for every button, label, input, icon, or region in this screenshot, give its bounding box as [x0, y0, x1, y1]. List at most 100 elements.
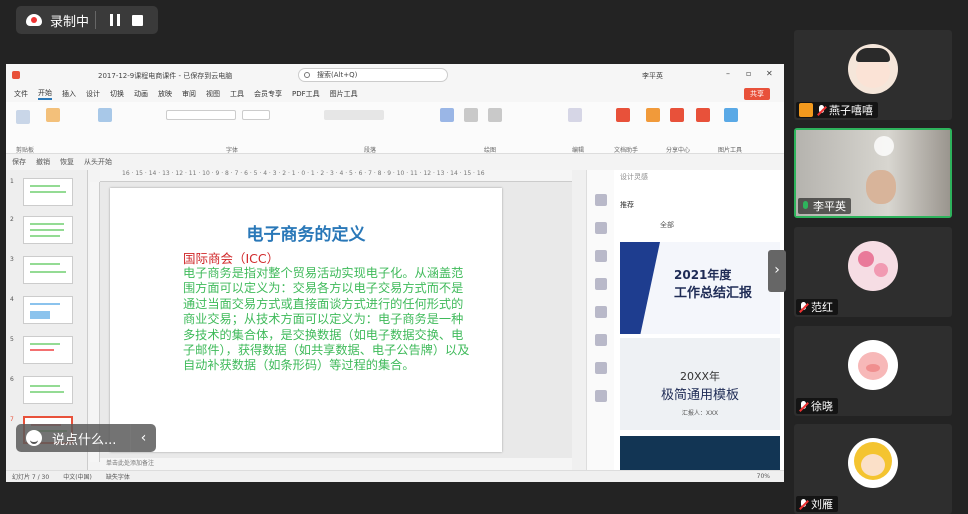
chat-input-bar[interactable]: 说点什么... ‹	[16, 424, 156, 452]
paragraph-tools[interactable]	[324, 110, 384, 120]
video-person	[866, 170, 896, 204]
thumb-number: 1	[10, 178, 14, 185]
minimize-icon[interactable]: –	[726, 69, 730, 78]
tab-recommend[interactable]: 推荐	[620, 200, 634, 210]
template-card[interactable]: 2021年度 工作总结汇报	[620, 242, 780, 334]
menu-tools[interactable]: 工具	[230, 89, 244, 99]
template-title: 极简通用模板	[660, 388, 739, 403]
chart-icon[interactable]	[595, 334, 607, 346]
slide-thumbnail[interactable]	[23, 216, 73, 244]
status-bar: 幻灯片 7 / 30 中文(中国) 缺失字体 70%	[6, 470, 784, 482]
template-card[interactable]: 20XX年 极简通用模板 汇报人：XXX	[620, 338, 780, 430]
slide-thumbnail[interactable]	[23, 376, 73, 404]
slide-thumbnail[interactable]	[23, 256, 73, 284]
participant-tile-active[interactable]: 李平英	[794, 128, 952, 218]
slide-title: 电子商务的定义	[246, 225, 366, 245]
quick-undo[interactable]: 撤销	[36, 157, 50, 167]
slide-thumbnail[interactable]	[23, 178, 73, 206]
participant-tile[interactable]: 刘雁	[794, 424, 952, 514]
thumb-number: 2	[10, 216, 14, 223]
thumb-number: 3	[10, 256, 14, 263]
slide-thumbnail[interactable]	[23, 296, 73, 324]
close-icon[interactable]: ✕	[766, 69, 773, 78]
thumb-number: 5	[10, 336, 14, 343]
menu-slideshow[interactable]: 放映	[158, 89, 172, 99]
menu-design[interactable]: 设计	[86, 89, 100, 99]
chat-placeholder[interactable]: 说点什么...	[52, 429, 116, 448]
arrange-icon[interactable]	[464, 108, 478, 122]
mic-muted-icon	[799, 498, 807, 510]
stop-recording-button[interactable]	[132, 14, 144, 26]
menu-picture[interactable]: 图片工具	[330, 89, 358, 99]
collapse-sidebar-button[interactable]: ›	[768, 250, 786, 292]
menu-view[interactable]: 视图	[206, 89, 220, 99]
search-icon	[304, 72, 310, 78]
group-picture-tools: 图片工具	[718, 147, 743, 154]
current-slide[interactable]: 电子商务的定义 国际商会（ICC） 电子商务是指对整个贸易活动实现电子化。从涵盖…	[110, 188, 502, 452]
emoji-icon[interactable]	[26, 430, 42, 446]
quick-play-from-start[interactable]: 从头开始	[84, 157, 112, 167]
vertical-scrollbar[interactable]	[572, 170, 586, 470]
shared-screen: 2017-12-9课程电商课件 - 已保存到云电脑 搜索(Alt+Q) 李平英 …	[6, 64, 784, 482]
user-name[interactable]: 李平英	[642, 71, 663, 81]
menu-transition[interactable]: 切换	[110, 89, 124, 99]
tab-all[interactable]: 全部	[660, 220, 674, 230]
undo-icon[interactable]	[16, 110, 30, 124]
paste-icon[interactable]	[46, 108, 60, 122]
quick-save[interactable]: 保存	[12, 157, 26, 167]
menu-animation[interactable]: 动画	[134, 89, 148, 99]
menu-member[interactable]: 会员专享	[254, 89, 282, 99]
thumb-number: 7	[10, 416, 14, 423]
animation-icon[interactable]	[595, 222, 607, 234]
maximize-icon[interactable]: ▫	[746, 69, 751, 78]
to-pdf-icon[interactable]	[616, 108, 630, 122]
participant-name: 范红	[811, 301, 833, 314]
zoom-level[interactable]: 70%	[757, 473, 770, 480]
share-button[interactable]: 共享	[744, 88, 770, 100]
slide-thumbnail[interactable]	[23, 336, 73, 364]
notes-area[interactable]: 单击此处添加备注	[100, 458, 572, 470]
menu-bar: 文件 开始 插入 设计 切换 动画 放映 审阅 视图 工具 会员专享 PDF工具…	[6, 86, 784, 102]
participant-tile[interactable]: 范红	[794, 227, 952, 317]
menu-home[interactable]: 开始	[38, 88, 52, 100]
font-select[interactable]	[166, 110, 236, 120]
mic-muted-icon	[799, 301, 807, 313]
table-icon[interactable]	[595, 306, 607, 318]
participant-name: 燕子嘻嘻	[829, 104, 873, 117]
more-icon[interactable]	[595, 390, 607, 402]
quick-style-icon[interactable]	[488, 108, 502, 122]
template-year: 2021年度	[674, 268, 732, 282]
divider	[95, 11, 97, 29]
thumb-number: 4	[10, 296, 14, 303]
menu-file[interactable]: 文件	[14, 89, 28, 99]
wps-logo-icon	[12, 71, 20, 79]
avatar	[848, 44, 898, 94]
slide-subtitle: 国际商会（ICC）	[183, 251, 280, 266]
find-icon[interactable]	[568, 108, 582, 122]
missing-fonts[interactable]: 缺失字体	[106, 472, 130, 481]
search-input[interactable]: 搜索(Alt+Q)	[298, 68, 448, 82]
design-icon[interactable]	[595, 194, 607, 206]
participant-tile[interactable]: 徐晓	[794, 326, 952, 416]
quick-redo[interactable]: 恢复	[60, 157, 74, 167]
picture-icon[interactable]	[595, 278, 607, 290]
group-font: 字体	[226, 147, 239, 154]
template-icon[interactable]	[646, 108, 660, 122]
chevron-left-icon[interactable]: ‹	[130, 424, 156, 452]
menu-review[interactable]: 审阅	[182, 89, 196, 99]
language: 中文(中国)	[63, 474, 92, 481]
pause-recording-button[interactable]	[110, 14, 121, 26]
cloud-share-icon[interactable]	[696, 108, 710, 122]
shape-icon[interactable]	[595, 250, 607, 262]
template-presenter: 汇报人：XXX	[681, 410, 719, 417]
menu-pdf[interactable]: PDF工具	[292, 89, 320, 99]
share-doc-icon[interactable]	[670, 108, 684, 122]
font-size-select[interactable]	[242, 110, 270, 120]
shapes-icon[interactable]	[440, 108, 454, 122]
picture-icon[interactable]	[724, 108, 738, 122]
tools-icon[interactable]	[595, 362, 607, 374]
menu-insert[interactable]: 插入	[62, 89, 76, 99]
participant-name: 李平英	[813, 200, 846, 213]
new-slide-icon[interactable]	[98, 108, 112, 122]
participant-tile[interactable]: 燕子嘻嘻	[794, 30, 952, 120]
